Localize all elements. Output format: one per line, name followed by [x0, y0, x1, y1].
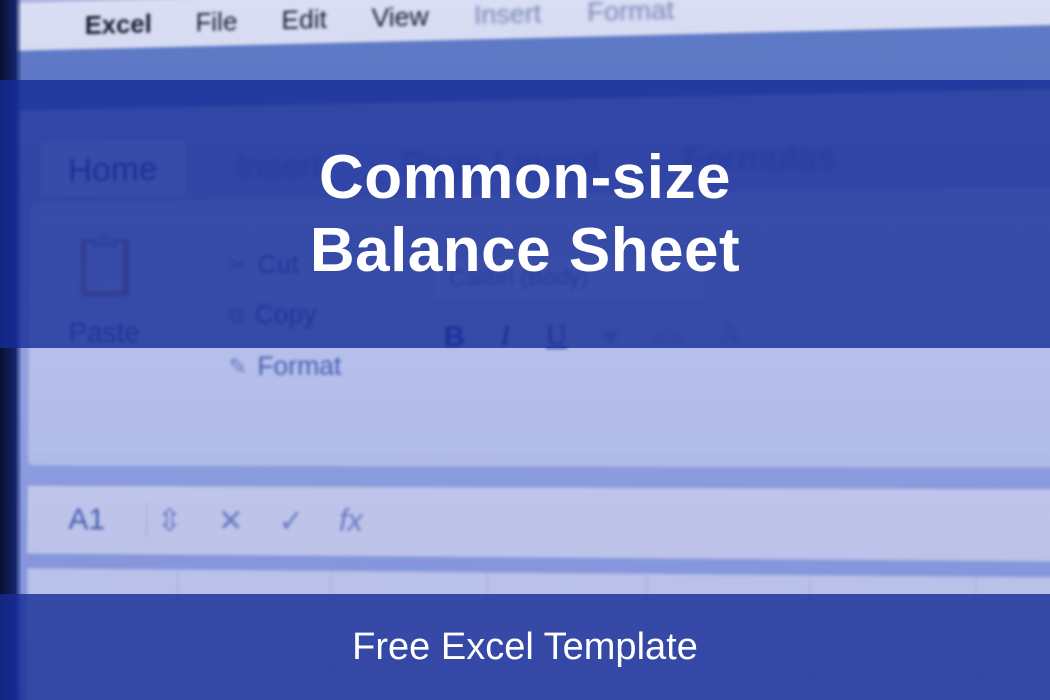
subtitle-banner: Free Excel Template — [0, 594, 1050, 700]
subtitle-text: Free Excel Template — [352, 626, 698, 669]
title-banner: Common-size Balance Sheet — [0, 80, 1050, 348]
title-line-1: Common-size — [319, 141, 731, 214]
title-line-2: Balance Sheet — [310, 214, 740, 287]
thumbnail-canvas: Excel File Edit View Insert Format Home … — [0, 0, 1050, 700]
